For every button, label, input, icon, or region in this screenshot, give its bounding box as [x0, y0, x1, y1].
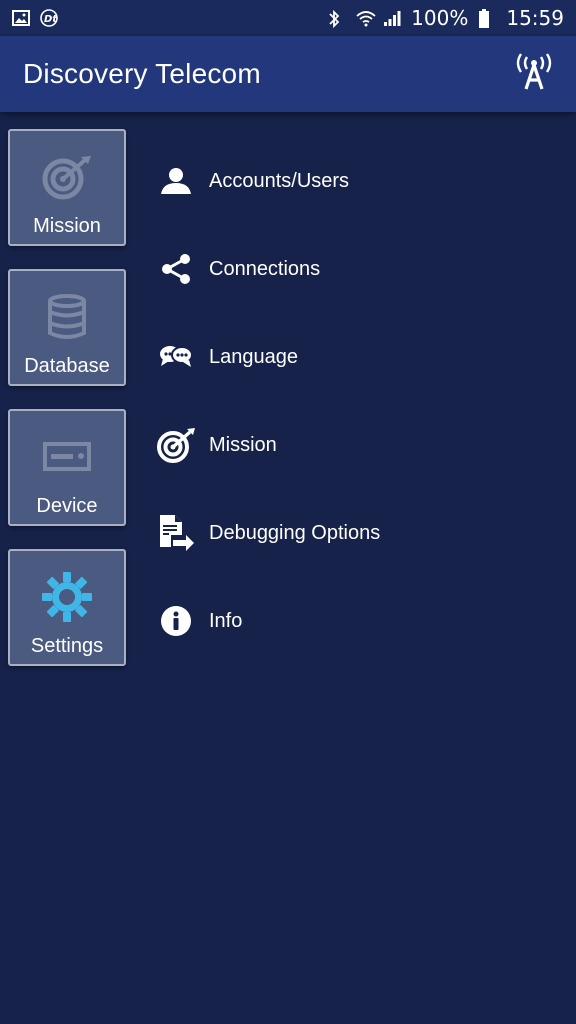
- status-bar: Dt 100% 15:59: [0, 0, 576, 36]
- tile-settings[interactable]: Settings: [8, 549, 126, 666]
- category-tiles: Mission Database Device Settings: [8, 129, 126, 689]
- menu-item-language[interactable]: Language: [156, 313, 566, 401]
- menu-label: Info: [209, 609, 243, 632]
- battery-percentage: 100%: [411, 6, 469, 30]
- menu-item-connections[interactable]: Connections: [156, 225, 566, 313]
- export-document-icon: [156, 513, 196, 553]
- share-icon: [156, 249, 196, 289]
- gallery-icon: [12, 9, 30, 27]
- menu-item-accounts-users[interactable]: Accounts/Users: [156, 137, 566, 225]
- tile-database[interactable]: Database: [8, 269, 126, 386]
- antenna-button[interactable]: [512, 52, 556, 96]
- wifi-icon: [355, 9, 376, 27]
- signal-icon: [383, 9, 401, 27]
- menu-label: Mission: [209, 433, 277, 456]
- settings-menu: Accounts/Users Connections Language Miss…: [156, 137, 566, 665]
- tile-label: Database: [24, 355, 110, 377]
- menu-item-debugging-options[interactable]: Debugging Options: [156, 489, 566, 577]
- clock: 15:59: [506, 6, 564, 30]
- status-right: 100% 15:59: [327, 6, 564, 30]
- tile-label: Mission: [33, 215, 101, 237]
- menu-item-info[interactable]: Info: [156, 577, 566, 665]
- database-icon: [47, 271, 87, 355]
- svg-text:Dt: Dt: [44, 14, 58, 25]
- app-title: Discovery Telecom: [23, 58, 261, 89]
- antenna-icon: [514, 52, 554, 96]
- dt-app-icon: Dt: [40, 9, 58, 27]
- user-icon: [156, 161, 196, 201]
- app-bar: Discovery Telecom: [0, 36, 576, 112]
- status-left: Dt: [12, 9, 58, 27]
- tile-label: Device: [36, 495, 98, 517]
- menu-label: Accounts/Users: [209, 169, 350, 192]
- battery-icon: [478, 9, 496, 28]
- tile-mission[interactable]: Mission: [8, 129, 126, 246]
- menu-label: Language: [209, 345, 298, 368]
- menu-label: Connections: [209, 257, 321, 280]
- info-icon: [156, 601, 196, 641]
- gear-icon: [41, 551, 93, 635]
- target-icon: [41, 131, 93, 215]
- menu-item-mission[interactable]: Mission: [156, 401, 566, 489]
- menu-label: Debugging Options: [209, 521, 381, 544]
- device-icon: [43, 411, 91, 495]
- bluetooth-icon: [327, 9, 345, 29]
- tile-label: Settings: [30, 635, 104, 657]
- speech-bubbles-icon: [156, 337, 196, 377]
- target-icon: [156, 425, 196, 465]
- tile-device[interactable]: Device: [8, 409, 126, 526]
